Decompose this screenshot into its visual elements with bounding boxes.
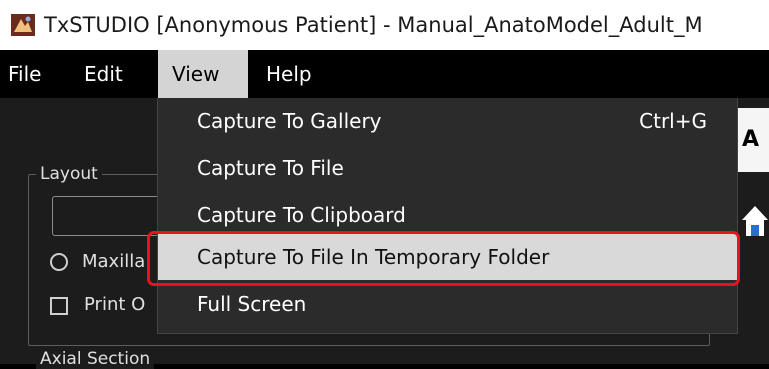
menu-bar: File Edit View Help — [0, 50, 769, 98]
shortcut-label: Ctrl+G — [639, 109, 707, 133]
print-checkbox[interactable] — [50, 297, 68, 315]
maxilla-radio[interactable] — [50, 253, 68, 271]
menu-item-capture-to-file[interactable]: Capture To File — [158, 145, 737, 191]
menu-view[interactable]: View — [158, 50, 248, 98]
menu-help[interactable]: Help — [262, 50, 316, 98]
axial-section-label: Axial Section — [36, 349, 155, 369]
right-panel-tab[interactable]: A — [733, 108, 769, 172]
menu-item-capture-to-gallery[interactable]: Capture To Gallery Ctrl+G — [158, 98, 737, 144]
menu-item-label: Capture To Clipboard — [197, 203, 406, 227]
home-icon[interactable] — [740, 200, 769, 240]
view-dropdown-menu: Capture To Gallery Ctrl+G Capture To Fil… — [157, 98, 738, 334]
menu-item-label: Capture To Gallery — [197, 109, 382, 133]
print-label: Print O — [84, 294, 146, 315]
title-bar: TxSTUDIO [Anonymous Patient] - Manual_An… — [0, 0, 769, 50]
maxilla-label: Maxilla — [82, 251, 146, 272]
highlight-annotation — [147, 231, 740, 286]
menu-edit[interactable]: Edit — [80, 50, 127, 98]
layout-select[interactable] — [52, 196, 162, 236]
menu-item-label: Capture To File — [197, 156, 344, 180]
layout-label: Layout — [36, 164, 102, 184]
window-title: TxSTUDIO [Anonymous Patient] - Manual_An… — [44, 13, 703, 37]
menu-file[interactable]: File — [4, 50, 45, 98]
menu-item-full-screen[interactable]: Full Screen — [158, 281, 737, 327]
menu-item-label: Full Screen — [197, 292, 307, 316]
app-logo-icon — [11, 14, 35, 36]
